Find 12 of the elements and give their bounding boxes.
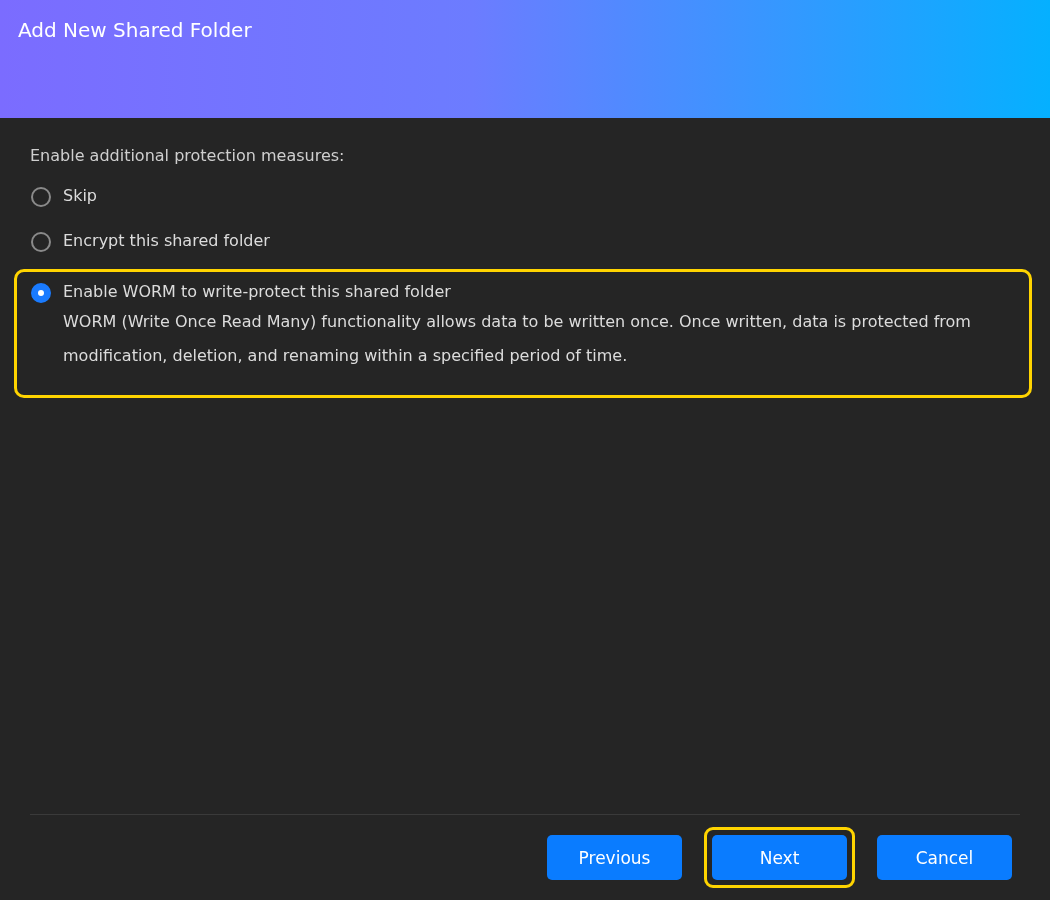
radio-button[interactable]	[31, 187, 51, 207]
radio-button[interactable]	[31, 283, 51, 303]
dialog-button[interactable]: Next	[712, 835, 847, 880]
option-description: WORM (Write Once Read Many) functionality allows data to be written once. Once written, data is protected from modification, deletion, and renaming within a specified period of time.	[63, 311, 972, 367]
prompt-label: Enable additional protection measures:	[30, 146, 346, 165]
dialog-button[interactable]: Cancel	[877, 835, 1012, 880]
radio-button[interactable]	[31, 232, 51, 252]
window-title: Add New Shared Folder	[18, 18, 253, 42]
option-label: Encrypt this shared folder	[63, 231, 270, 250]
dialog-button[interactable]: Previous	[547, 835, 682, 880]
option-label: Skip	[63, 186, 98, 205]
option-label: Enable WORM to write-protect this shared folder	[63, 282, 452, 301]
